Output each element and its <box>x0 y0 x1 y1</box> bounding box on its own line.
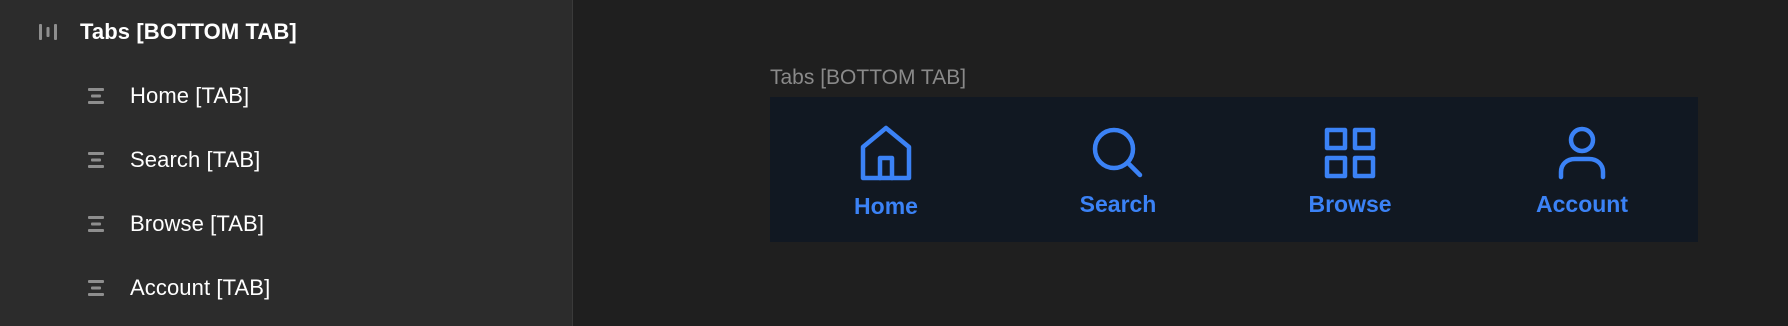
tab-account[interactable]: Account <box>1466 97 1698 242</box>
tab-browse[interactable]: Browse <box>1234 97 1466 242</box>
bottom-tab-bar[interactable]: Home Search Browse Account <box>770 97 1698 242</box>
layer-label: Browse [TAB] <box>130 211 265 236</box>
grid-icon <box>1322 125 1378 181</box>
design-canvas[interactable]: Tabs [BOTTOM TAB] Home Search Browse Acc… <box>573 0 1788 326</box>
app-window: Tabs [BOTTOM TAB] Home [TAB] Search [TAB… <box>0 0 1788 326</box>
tab-label: Browse <box>1308 191 1392 217</box>
layer-item-account[interactable]: Account [TAB] <box>84 268 270 308</box>
layer-item-tabs[interactable]: Tabs [BOTTOM TAB] <box>36 12 297 52</box>
rows-layout-icon <box>84 84 108 108</box>
rows-layout-icon <box>84 148 108 172</box>
layer-item-search[interactable]: Search [TAB] <box>84 140 260 180</box>
user-icon <box>1554 125 1610 181</box>
layer-item-browse[interactable]: Browse [TAB] <box>84 204 264 244</box>
columns-layout-icon <box>36 20 60 44</box>
layer-label: Tabs [BOTTOM TAB] <box>80 19 297 44</box>
rows-layout-icon <box>84 276 108 300</box>
tab-search[interactable]: Search <box>1002 97 1234 242</box>
layer-item-home[interactable]: Home [TAB] <box>84 76 249 116</box>
layers-panel: Tabs [BOTTOM TAB] Home [TAB] Search [TAB… <box>0 0 573 326</box>
tab-home[interactable]: Home <box>770 97 1002 242</box>
tab-label: Search <box>1079 191 1157 217</box>
rows-layout-icon <box>84 212 108 236</box>
tab-label: Account <box>1536 191 1628 217</box>
frame-label[interactable]: Tabs [BOTTOM TAB] <box>770 66 966 90</box>
home-icon <box>858 125 914 181</box>
layer-label: Search [TAB] <box>130 147 261 172</box>
tab-label: Home <box>854 193 918 219</box>
search-icon <box>1090 125 1146 181</box>
layer-label: Account [TAB] <box>130 275 271 300</box>
layer-label: Home [TAB] <box>130 83 250 108</box>
